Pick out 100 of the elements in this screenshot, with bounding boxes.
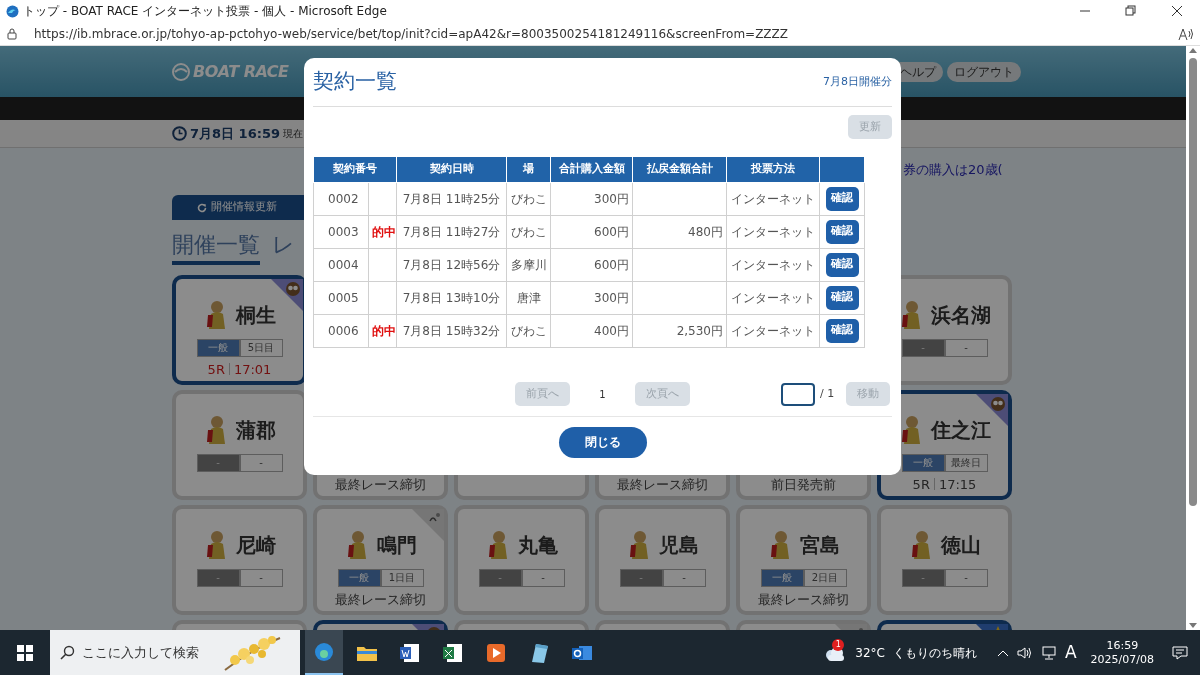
column-header: 合計購入金額 — [550, 157, 633, 182]
confirm-button[interactable]: 確認 — [825, 252, 859, 277]
dialog-title: 契約一覧 — [313, 68, 397, 96]
column-header — [819, 157, 865, 182]
temperature: 32°C — [855, 644, 885, 662]
grade-label: - — [196, 454, 240, 472]
grade-label: - — [901, 569, 945, 587]
spreadsheet-icon — [442, 641, 464, 664]
race-time: 17:15 — [938, 475, 977, 494]
table-cell: 7月8日 13時10分 — [396, 281, 507, 314]
venue-name: 住之江 — [930, 417, 991, 444]
venue-card[interactable]: 丸亀 - - — [454, 505, 589, 615]
table-cell: 2,530円 — [632, 314, 727, 347]
document-icon — [399, 641, 421, 664]
chevron-up-icon[interactable] — [996, 648, 1009, 657]
venue-card[interactable]: 蒲郡 - - — [172, 390, 307, 500]
notification-icon[interactable] — [1172, 644, 1188, 661]
media-player-icon — [485, 641, 507, 664]
date-suffix: 現在 — [283, 127, 303, 141]
table-cell: 多摩川 — [506, 248, 551, 281]
page-number: 1 — [598, 387, 607, 402]
browser-logo-icon — [6, 4, 19, 18]
table-cell: びわこ — [506, 182, 551, 215]
scrollbar-thumb[interactable] — [1189, 58, 1197, 506]
browser-icon — [313, 640, 335, 663]
close-icon — [1171, 5, 1183, 17]
day-label: - — [662, 569, 706, 587]
day-label: 最終日 — [944, 454, 988, 472]
table-cell: 400円 — [550, 314, 633, 347]
table-cell: びわこ — [506, 215, 551, 248]
scroll-up-icon[interactable] — [1188, 46, 1198, 54]
speaker-icon[interactable] — [1016, 645, 1033, 660]
table-cell: 600円 — [550, 215, 633, 248]
venue-status: 最終レース締切 — [758, 590, 849, 609]
clock-icon — [172, 126, 187, 141]
confirm-button[interactable]: 確認 — [825, 186, 859, 211]
column-header: 契約日時 — [396, 157, 507, 182]
clock-time[interactable]: 16:59 — [1106, 638, 1139, 653]
search-box[interactable]: ここに入力して検索 — [50, 630, 300, 675]
venue-card[interactable]: 徳山 - - — [877, 505, 1012, 615]
confirm-button[interactable]: 確認 — [825, 318, 859, 343]
venue-name: 児島 — [658, 532, 699, 559]
race-number: 5R — [207, 360, 225, 379]
column-header: 払戻金額合計 — [632, 157, 727, 182]
day-label: - — [239, 454, 283, 472]
venue-name: 丸亀 — [517, 532, 558, 559]
day-label: 2日目 — [803, 569, 847, 587]
venue-name: 蒲郡 — [235, 417, 276, 444]
venue-name: 尼崎 — [235, 532, 276, 559]
table-cell: 0004 — [313, 248, 369, 281]
table-cell: 的中 — [368, 215, 397, 248]
date-time: 7月8日 16:59 — [190, 124, 280, 143]
venue-status: 最終レース締切 — [617, 475, 708, 494]
table-cell: 7月8日 15時32分 — [396, 314, 507, 347]
lock-icon — [6, 27, 18, 40]
venue-name: 宮島 — [799, 532, 840, 559]
venue-status: 前日発売前 — [771, 475, 836, 494]
table-cell: 300円 — [550, 281, 633, 314]
tab[interactable]: 開催一覧 — [172, 228, 260, 265]
tab[interactable]: レ — [272, 228, 295, 265]
page-input[interactable] — [781, 382, 815, 406]
table-cell: 7月8日 11時27分 — [396, 215, 507, 248]
table-cell: 7月8日 11時25分 — [396, 182, 507, 215]
weather-condition: くもりのち晴れ — [892, 644, 977, 662]
table-cell: 7月8日 12時56分 — [396, 248, 507, 281]
search-field[interactable]: ここに入力して検索 — [80, 641, 220, 664]
day-label: - — [521, 569, 565, 587]
day-label: - — [239, 569, 283, 587]
grade-label: - — [478, 569, 522, 587]
table-cell: 0002 — [313, 182, 369, 215]
grade-label: - — [901, 339, 945, 357]
column-header: 契約番号 — [313, 157, 397, 182]
read-aloud-icon[interactable] — [1178, 26, 1194, 41]
table-cell: インターネット — [726, 215, 820, 248]
venue-name: 徳山 — [940, 532, 981, 559]
url-text[interactable]: https://ib.mbrace.or.jp/tohyo-ap-pctohyo-web/service/bet/top/init?cid=apA42&r=8003500254181249116&screenFrom=ZZZZ — [34, 24, 1178, 43]
logo-icon — [172, 62, 190, 81]
page-total: / 1 — [820, 385, 835, 402]
maximize-icon — [1125, 5, 1137, 17]
window-title: トップ - BOAT RACE インターネット投票 - 個人 - Microsoft Edge — [23, 3, 387, 20]
table-cell: 600円 — [550, 248, 633, 281]
race-number: 5R — [912, 475, 930, 494]
table-cell: 480円 — [632, 215, 727, 248]
logo-text: BOAT RACE — [193, 60, 289, 83]
table-cell: 0005 — [313, 281, 369, 314]
venue-name: 桐生 — [235, 302, 276, 329]
close-button[interactable]: 閉じる — [558, 426, 647, 458]
column-header: 場 — [506, 157, 551, 182]
table-cell: インターネット — [726, 182, 820, 215]
venue-card[interactable]: 尼崎 - - — [172, 505, 307, 615]
confirm-button[interactable]: 確認 — [825, 285, 859, 310]
grade-label: - — [619, 569, 663, 587]
clock-date[interactable]: 2025/07/08 — [1090, 652, 1154, 667]
logout-button[interactable]: ログアウト — [947, 61, 1021, 82]
venue-card[interactable]: 児島 - - — [595, 505, 730, 615]
column-header: 投票方法 — [726, 157, 820, 182]
confirm-button[interactable]: 確認 — [825, 219, 859, 244]
ime-indicator[interactable]: A — [1064, 639, 1077, 666]
venue-status: 最終レース締切 — [335, 475, 426, 494]
table-cell: インターネット — [726, 314, 820, 347]
